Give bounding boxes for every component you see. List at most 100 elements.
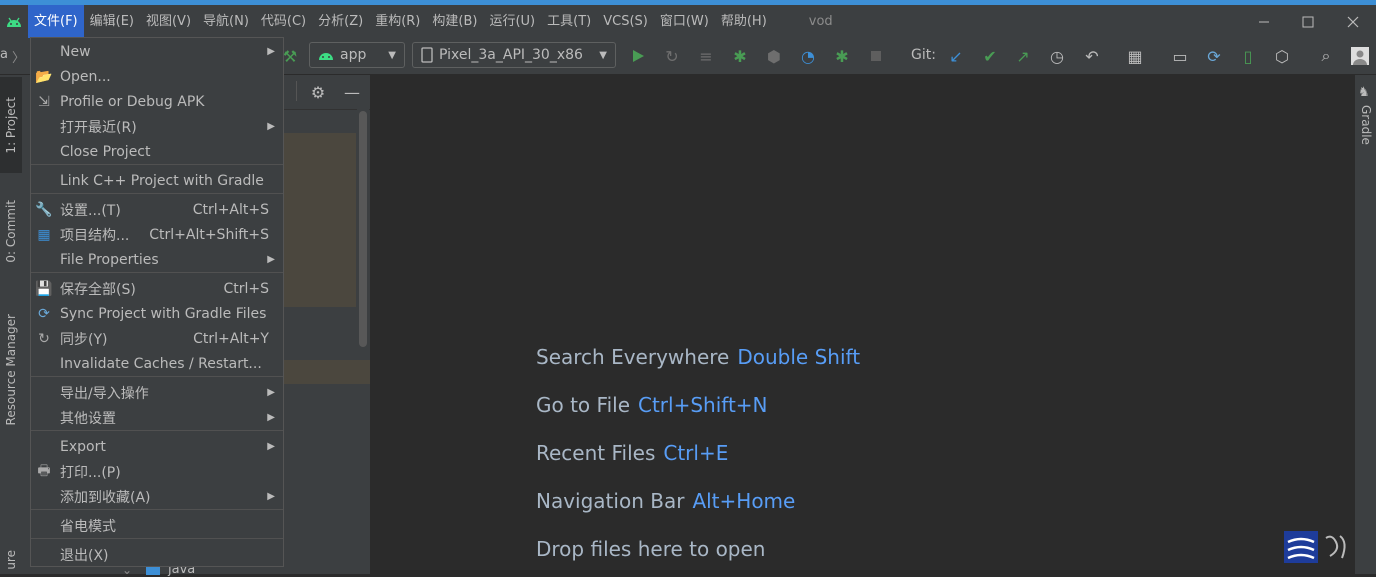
right-tool-stripe: ♞ Gradle xyxy=(1354,75,1376,574)
menu-item-link-cpp[interactable]: Link C++ Project with Gradle xyxy=(31,168,283,193)
debug-attach-icon[interactable]: ✱ xyxy=(832,46,852,66)
menu-item-settings[interactable]: 🔧 设置...(T) Ctrl+Alt+S xyxy=(31,197,283,222)
hide-panel-icon[interactable]: — xyxy=(342,82,362,102)
profile-icon[interactable]: ◔ xyxy=(798,46,818,66)
run-config-label: app xyxy=(340,47,367,63)
menu-separator xyxy=(31,193,283,194)
menu-item-add-to-favorites[interactable]: 添加到收藏(A) ▶ xyxy=(31,484,283,509)
git-update-icon[interactable]: ↙ xyxy=(946,46,966,66)
hint-label: Recent Files xyxy=(536,441,656,465)
avd-manager-icon[interactable]: ▯ xyxy=(1238,46,1258,66)
menu-item-print[interactable]: 🖶 打印...(P) xyxy=(31,459,283,484)
menu-item-synchronize[interactable]: ↻ 同步(Y) Ctrl+Alt+Y xyxy=(31,326,283,351)
hint-go-to-file: Go to File Ctrl+Shift+N xyxy=(536,393,768,417)
watermark-logo xyxy=(1282,528,1362,568)
menu-separator xyxy=(31,430,283,431)
menu-window[interactable]: 窗口(W) xyxy=(654,5,715,38)
chevron-down-icon: ▼ xyxy=(388,49,396,61)
menu-item-recent[interactable]: 打开最近(R) ▶ xyxy=(31,114,283,139)
menu-vcs[interactable]: VCS(S) xyxy=(597,5,654,38)
attach-debugger-icon[interactable]: ⬢ xyxy=(764,46,784,66)
sdk-manager-icon[interactable]: ⬡ xyxy=(1272,46,1292,66)
gradle-sync-icon[interactable]: ⟳ xyxy=(1204,46,1224,66)
tree-row-highlight xyxy=(284,360,370,384)
menu-file[interactable]: 文件(F) xyxy=(28,5,84,38)
printer-icon: 🖶 xyxy=(37,462,51,479)
history-icon[interactable]: ◷ xyxy=(1047,46,1067,66)
tab-project-label: 1: Project xyxy=(4,96,18,154)
menu-code[interactable]: 代码(C) xyxy=(255,5,312,38)
menu-separator xyxy=(31,376,283,377)
menu-item-file-properties[interactable]: File Properties ▶ xyxy=(31,247,283,272)
menubar: 文件(F) 编辑(E) 视图(V) 导航(N) 代码(C) 分析(Z) 重构(R… xyxy=(0,5,1376,38)
submenu-arrow-icon: ▶ xyxy=(267,254,275,265)
menu-item-profile-debug-apk[interactable]: ⇲ Profile or Debug APK xyxy=(31,89,283,114)
hint-label: Navigation Bar xyxy=(536,489,685,513)
rollback-icon[interactable]: ↶ xyxy=(1082,46,1102,66)
hint-label: Drop files here to open xyxy=(536,537,766,561)
project-structure-icon[interactable]: ▦ xyxy=(1125,46,1145,66)
tab-structure-label: ure xyxy=(4,549,18,570)
minimize-icon[interactable] xyxy=(1241,5,1287,38)
menu-item-exit[interactable]: 退出(X) xyxy=(31,542,283,567)
maximize-icon[interactable] xyxy=(1285,5,1331,38)
menu-item-export[interactable]: Export ▶ xyxy=(31,434,283,459)
gear-icon[interactable]: ⚙ xyxy=(308,82,328,102)
menu-item-close-project[interactable]: Close Project xyxy=(31,139,283,164)
android-icon xyxy=(319,52,333,60)
menu-analyze[interactable]: 分析(Z) xyxy=(312,5,369,38)
tab-structure[interactable]: ure xyxy=(0,545,22,574)
menu-navigate[interactable]: 导航(N) xyxy=(197,5,255,38)
menu-separator xyxy=(31,509,283,510)
tab-commit[interactable]: 0: Commit xyxy=(0,183,22,279)
menu-tools[interactable]: 工具(T) xyxy=(541,5,597,38)
menu-help[interactable]: 帮助(H) xyxy=(715,5,773,38)
menu-item-open[interactable]: 📂 Open... xyxy=(31,64,283,89)
submenu-arrow-icon: ▶ xyxy=(267,441,275,452)
refresh-icon: ↻ xyxy=(38,330,50,347)
apply-code-changes-icon[interactable]: ≡ xyxy=(696,46,716,66)
project-name: vod xyxy=(808,14,833,29)
hint-search-everywhere: Search Everywhere Double Shift xyxy=(536,345,860,369)
git-commit-icon[interactable]: ✔ xyxy=(980,46,1000,66)
menu-item-sync-gradle[interactable]: ⟳ Sync Project with Gradle Files xyxy=(31,301,283,326)
menu-item-other-settings[interactable]: 其他设置 ▶ xyxy=(31,405,283,430)
account-icon[interactable] xyxy=(1350,46,1370,66)
run-icon[interactable] xyxy=(628,46,648,66)
menu-edit[interactable]: 编辑(E) xyxy=(84,5,140,38)
menu-run[interactable]: 运行(U) xyxy=(483,5,541,38)
tab-resource-manager[interactable]: Resource Manager xyxy=(0,295,22,445)
close-window-icon[interactable] xyxy=(1330,5,1376,38)
run-config-selector[interactable]: app ▼ xyxy=(309,42,405,68)
menu-item-power-save[interactable]: 省电模式 xyxy=(31,513,283,538)
device-selector[interactable]: Pixel_3a_API_30_x86 ▼ xyxy=(412,42,616,68)
menu-item-export-import[interactable]: 导出/导入操作 ▶ xyxy=(31,380,283,405)
submenu-arrow-icon: ▶ xyxy=(267,121,275,132)
menu-item-invalidate-caches[interactable]: Invalidate Caches / Restart... xyxy=(31,351,283,376)
hint-recent-files: Recent Files Ctrl+E xyxy=(536,441,728,465)
file-menu-dropdown: New ▶ 📂 Open... ⇲ Profile or Debug APK 打开最近… xyxy=(30,37,284,567)
menu-refactor[interactable]: 重构(R) xyxy=(369,5,426,38)
search-icon[interactable]: ⌕ xyxy=(1316,46,1336,66)
menu-separator xyxy=(31,164,283,165)
menu-separator xyxy=(31,538,283,539)
submenu-arrow-icon: ▶ xyxy=(267,412,275,423)
tree-selection-highlight xyxy=(284,133,356,307)
debug-apk-icon: ⇲ xyxy=(38,93,50,110)
menu-item-project-structure[interactable]: ▦ 项目结构... Ctrl+Alt+Shift+S xyxy=(31,222,283,247)
tab-gradle-label: Gradle xyxy=(1359,105,1373,145)
tab-project[interactable]: 1: Project xyxy=(0,77,22,173)
terminal-icon[interactable]: ▭ xyxy=(1170,46,1190,66)
stop-icon[interactable] xyxy=(866,46,886,66)
hint-navigation-bar: Navigation Bar Alt+Home xyxy=(536,489,795,513)
apply-changes-icon[interactable]: ↻ xyxy=(662,46,682,66)
menu-item-save-all[interactable]: 💾 保存全部(S) Ctrl+S xyxy=(31,276,283,301)
menu-view[interactable]: 视图(V) xyxy=(140,5,197,38)
menu-build[interactable]: 构建(B) xyxy=(426,5,483,38)
scrollbar-thumb[interactable] xyxy=(359,111,367,347)
tab-gradle[interactable]: Gradle xyxy=(1359,105,1373,149)
debug-icon[interactable]: ✱ xyxy=(730,46,750,66)
hint-shortcut: Alt+Home xyxy=(692,489,796,513)
menu-item-new[interactable]: New ▶ xyxy=(31,39,283,64)
git-push-icon[interactable]: ↗ xyxy=(1013,46,1033,66)
